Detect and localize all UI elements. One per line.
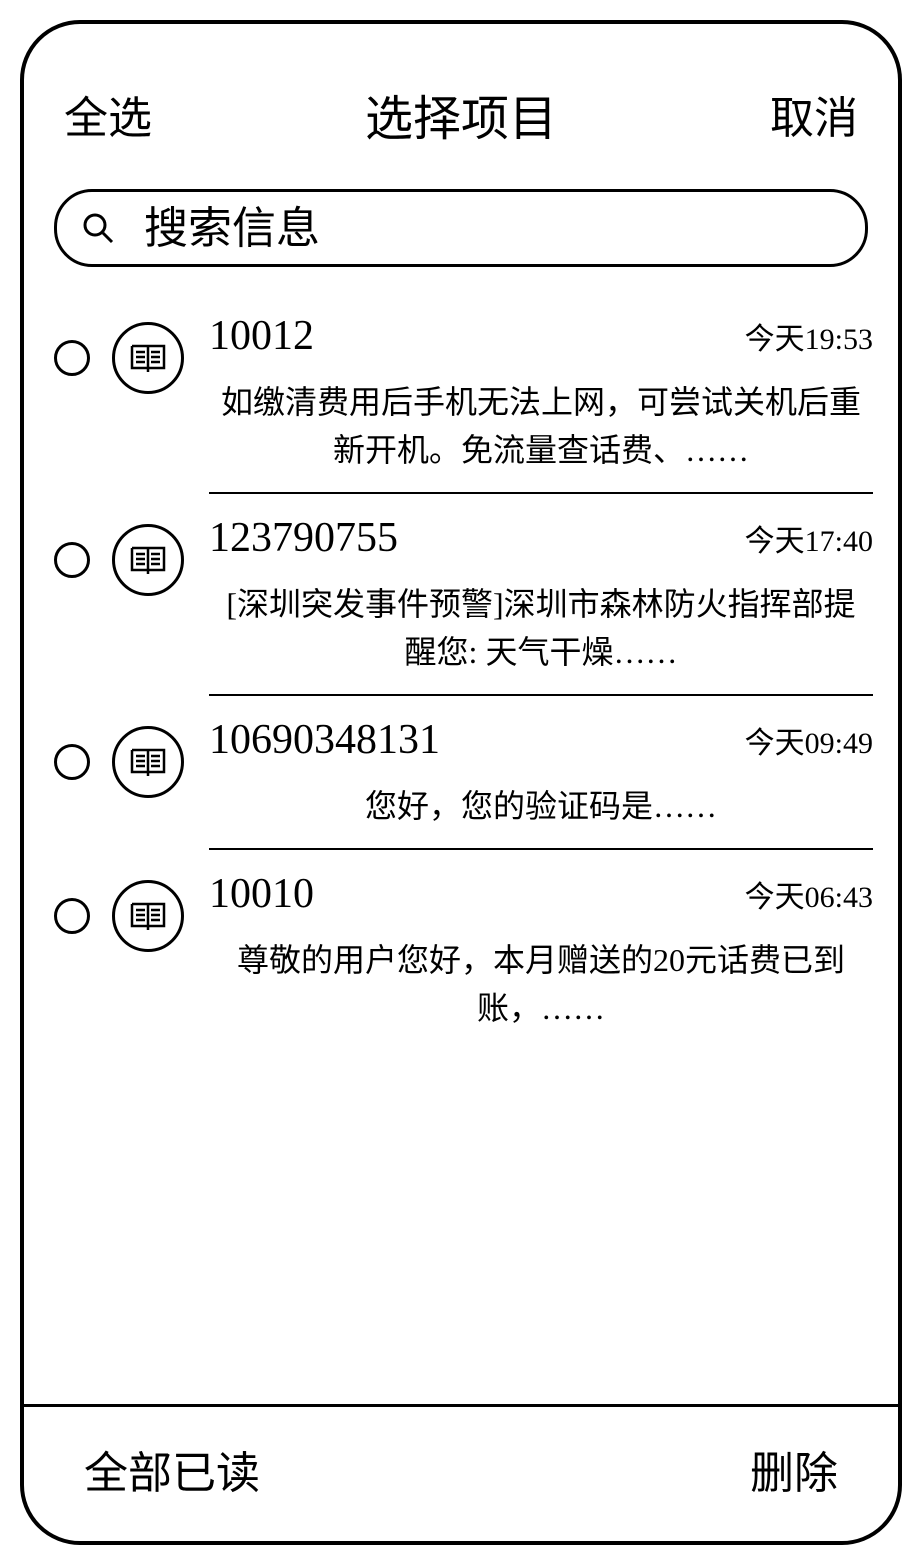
sender: 123790755	[209, 514, 398, 562]
sender: 10012	[209, 312, 314, 360]
message-content: 10690348131 今天09:49 您好，您的验证码是……	[209, 716, 873, 850]
message-icon	[112, 880, 184, 952]
message-list: 10012 今天19:53 如缴清费用后手机无法上网，可尝试关机后重新开机。免流…	[24, 292, 898, 1404]
message-item[interactable]: 123790755 今天17:40 [深圳突发事件预警]深圳市森林防火指挥部提醒…	[24, 494, 898, 696]
timestamp: 今天06:43	[745, 872, 873, 916]
message-item[interactable]: 10012 今天19:53 如缴清费用后手机无法上网，可尝试关机后重新开机。免流…	[24, 292, 898, 494]
search-bar[interactable]	[54, 189, 868, 267]
footer: 全部已读 删除	[24, 1404, 898, 1541]
search-input[interactable]	[144, 203, 840, 254]
mark-all-read-button[interactable]: 全部已读	[84, 1437, 260, 1501]
message-content: 10012 今天19:53 如缴清费用后手机无法上网，可尝试关机后重新开机。免流…	[209, 312, 873, 494]
phone-frame: 全选 选择项目 取消 10012 今天19:53	[20, 20, 902, 1545]
timestamp: 今天19:53	[745, 314, 873, 358]
message-icon	[112, 524, 184, 596]
message-content: 10010 今天06:43 尊敬的用户您好，本月赠送的20元话费已到账，……	[209, 870, 873, 1050]
preview: 尊敬的用户您好，本月赠送的20元话费已到账，……	[209, 936, 873, 1032]
message-content: 123790755 今天17:40 [深圳突发事件预警]深圳市森林防火指挥部提醒…	[209, 514, 873, 696]
preview: 您好，您的验证码是……	[209, 782, 873, 830]
timestamp: 今天17:40	[745, 516, 873, 560]
checkbox[interactable]	[54, 542, 90, 578]
checkbox[interactable]	[54, 898, 90, 934]
checkbox[interactable]	[54, 340, 90, 376]
select-all-button[interactable]: 全选	[64, 82, 152, 146]
sender: 10010	[209, 870, 314, 918]
message-icon	[112, 726, 184, 798]
preview: [深圳突发事件预警]深圳市森林防火指挥部提醒您: 天气干燥……	[209, 580, 873, 676]
delete-button[interactable]: 删除	[750, 1437, 838, 1501]
cancel-button[interactable]: 取消	[770, 82, 858, 146]
checkbox[interactable]	[54, 744, 90, 780]
search-icon	[82, 212, 114, 244]
page-title: 选择项目	[365, 79, 557, 149]
sender: 10690348131	[209, 716, 440, 764]
message-icon	[112, 322, 184, 394]
timestamp: 今天09:49	[745, 718, 873, 762]
message-item[interactable]: 10010 今天06:43 尊敬的用户您好，本月赠送的20元话费已到账，……	[24, 850, 898, 1050]
message-item[interactable]: 10690348131 今天09:49 您好，您的验证码是……	[24, 696, 898, 850]
header: 全选 选择项目 取消	[24, 24, 898, 179]
preview: 如缴清费用后手机无法上网，可尝试关机后重新开机。免流量查话费、……	[209, 378, 873, 474]
